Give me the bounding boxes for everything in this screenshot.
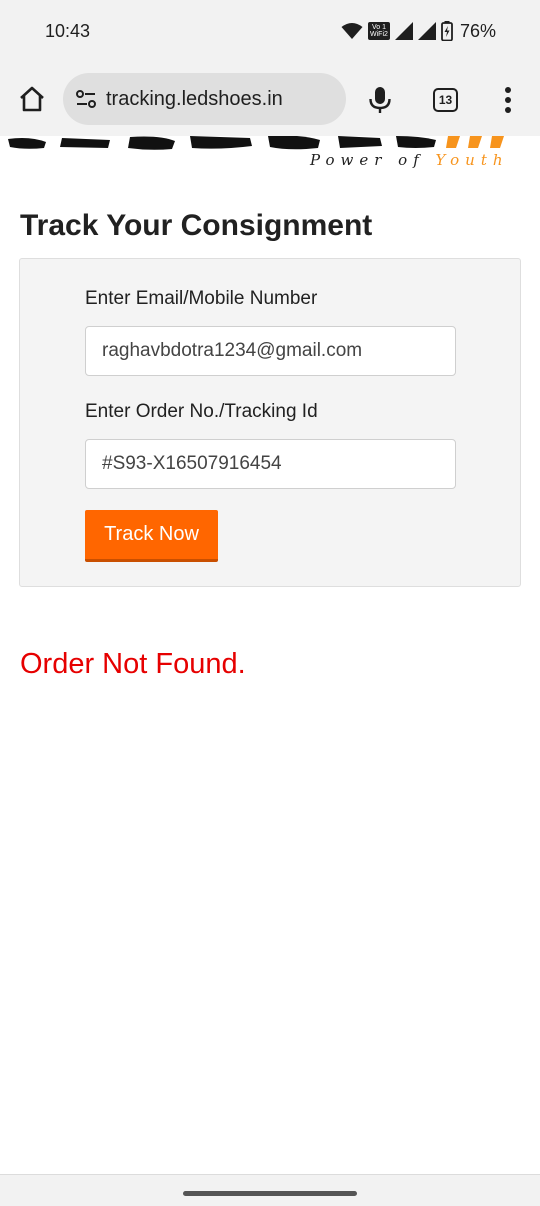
tracking-id-field[interactable] <box>85 439 456 489</box>
brand-logo[interactable]: Power of Youth <box>0 136 540 180</box>
volte-badge: Vo 1 WiFi2 <box>367 22 390 40</box>
brand-tagline: Power of Youth <box>310 151 509 169</box>
tracking-form: Enter Email/Mobile Number Enter Order No… <box>19 258 521 587</box>
tabs-icon[interactable]: 13 <box>433 88 458 112</box>
logo-brush-mark <box>8 136 504 150</box>
signal-icon <box>394 22 413 40</box>
status-icons: Vo 1 WiFi2 76% <box>341 19 496 43</box>
battery-icon <box>441 21 453 41</box>
signal-icon-2 <box>417 22 436 40</box>
home-icon[interactable] <box>17 84 47 114</box>
wifi-icon <box>341 23 363 39</box>
mic-icon[interactable] <box>367 86 393 114</box>
gesture-handle[interactable] <box>183 1191 357 1196</box>
browser-toolbar: tracking.ledshoes.in 13 <box>0 62 540 136</box>
status-bar: 10:43 Vo 1 WiFi2 76% <box>0 0 540 62</box>
battery-percent: 76% <box>459 20 496 41</box>
site-settings-icon[interactable] <box>75 89 97 109</box>
address-bar[interactable]: tracking.ledshoes.in <box>63 73 346 125</box>
page-title: Track Your Consignment <box>20 209 373 242</box>
gesture-nav-bar <box>0 1174 540 1206</box>
error-message: Order Not Found. <box>20 648 246 680</box>
url-text[interactable]: tracking.ledshoes.in <box>106 88 283 111</box>
track-now-button[interactable]: Track Now <box>85 510 218 562</box>
email-field[interactable] <box>85 326 456 376</box>
email-label: Enter Email/Mobile Number <box>85 288 318 309</box>
more-vert-icon[interactable] <box>499 86 517 114</box>
order-label: Enter Order No./Tracking Id <box>85 401 318 422</box>
status-time: 10:43 <box>45 21 91 41</box>
